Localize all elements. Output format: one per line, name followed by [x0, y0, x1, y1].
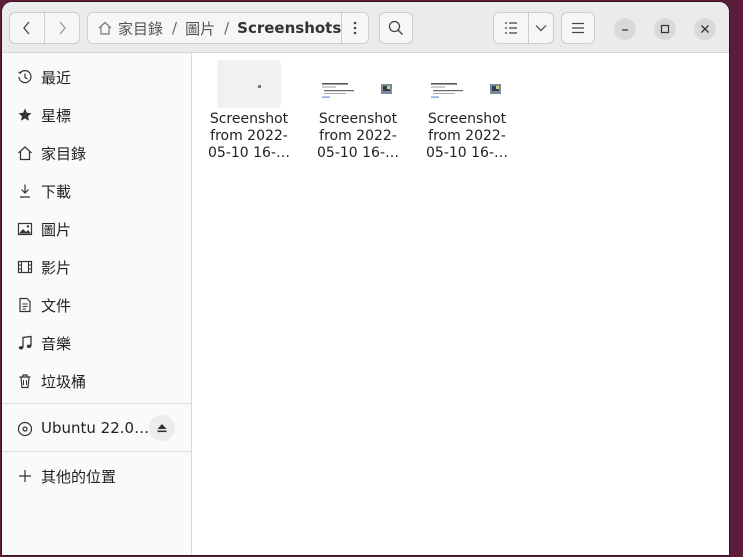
sidebar-item-recent[interactable]: 最近: [2, 59, 191, 93]
sidebar-item-drive[interactable]: Ubuntu 22.0…: [2, 411, 191, 445]
minimize-icon: [622, 29, 628, 31]
file-name-line: 05-10 16-…: [426, 145, 508, 161]
path-bar: 家目錄 / 圖片 / Screenshots: [87, 12, 369, 44]
file-view: Screenshot from 2022- 05-10 16-… Screens…: [192, 53, 729, 555]
sidebar-item-other-locations[interactable]: 其他的位置: [2, 458, 191, 492]
sidebar-separator: [2, 403, 191, 404]
breadcrumb-home[interactable]: 家目錄 /: [88, 18, 185, 39]
file-name-line: 05-10 16-…: [317, 145, 399, 161]
sidebar-item-label: 其他的位置: [41, 468, 117, 486]
sidebar-item-starred[interactable]: 星標: [2, 97, 191, 131]
list-view-icon: [505, 22, 517, 34]
chevron-right-icon: [59, 21, 66, 35]
close-button[interactable]: [694, 18, 716, 40]
sidebar-item-music[interactable]: 音樂: [2, 325, 191, 359]
main-menu-button[interactable]: [561, 12, 595, 44]
file-name-line: Screenshot: [318, 111, 398, 127]
sidebar-separator: [2, 451, 191, 452]
path-menu-button[interactable]: [341, 13, 368, 43]
view-options-dropdown[interactable]: [529, 13, 553, 43]
document-icon: [16, 296, 34, 314]
plus-icon: [16, 467, 34, 485]
file-name-line: Screenshot: [427, 111, 507, 127]
chevron-left-icon: [23, 21, 30, 35]
list-view-button[interactable]: [494, 13, 529, 43]
film-icon: [16, 258, 34, 276]
breadcrumb-separator: /: [224, 19, 230, 37]
file-name-line: from 2022-: [428, 128, 506, 144]
sidebar-item-downloads[interactable]: 下載: [2, 173, 191, 207]
file-name-line: Screenshot: [209, 111, 289, 127]
view-toggle-group: [493, 12, 554, 44]
image-icon: [16, 220, 34, 238]
file-item[interactable]: Screenshot from 2022- 05-10 16-…: [308, 59, 408, 162]
download-icon: [16, 182, 34, 200]
breadcrumb-pictures[interactable]: 圖片 /: [185, 18, 237, 39]
sidebar-item-label: 音樂: [41, 335, 72, 353]
maximize-icon: [660, 24, 670, 34]
sidebar-item-label: 文件: [41, 297, 72, 315]
file-item[interactable]: Screenshot from 2022- 05-10 16-…: [199, 59, 299, 162]
file-name-line: from 2022-: [319, 128, 397, 144]
sidebar: 最近 星標 家目錄 下載 圖片 影片 文件 音樂 垃圾桶 Ubuntu 22.0…: [2, 53, 192, 555]
close-icon: [701, 25, 709, 33]
file-name-line: from 2022-: [210, 128, 288, 144]
headerbar: 家目錄 / 圖片 / Screenshots: [2, 2, 729, 53]
eject-button[interactable]: [149, 415, 175, 441]
sidebar-item-videos[interactable]: 影片: [2, 249, 191, 283]
maximize-button[interactable]: [654, 18, 676, 40]
sidebar-item-label: 家目錄: [41, 145, 87, 163]
breadcrumb-label: 家目錄: [118, 19, 164, 38]
nav-button-group: [9, 12, 80, 44]
sidebar-item-home[interactable]: 家目錄: [2, 135, 191, 169]
sidebar-item-label: 下載: [41, 183, 72, 201]
breadcrumb-label: 圖片: [185, 19, 216, 38]
file-thumbnail: [217, 60, 281, 108]
clock-icon: [16, 68, 34, 86]
sidebar-item-label: 最近: [41, 69, 72, 87]
chevron-down-icon: [535, 25, 547, 32]
forward-button[interactable]: [44, 13, 79, 43]
breadcrumb-separator: /: [172, 19, 178, 37]
trash-icon: [16, 372, 34, 390]
sidebar-item-label: Ubuntu 22.0…: [41, 419, 150, 437]
minimize-button[interactable]: [614, 18, 636, 40]
breadcrumb-screenshots[interactable]: Screenshots: [237, 19, 341, 37]
back-button[interactable]: [10, 13, 44, 43]
eject-icon: [157, 424, 167, 433]
home-icon: [16, 144, 34, 162]
file-name-line: 05-10 16-…: [208, 145, 290, 161]
sidebar-item-documents[interactable]: 文件: [2, 287, 191, 321]
sidebar-item-label: 影片: [41, 259, 72, 277]
search-icon: [388, 20, 403, 35]
disc-icon: [16, 420, 34, 438]
search-button[interactable]: [379, 12, 413, 44]
breadcrumb-label: Screenshots: [237, 19, 342, 37]
file-thumbnail: [321, 82, 395, 100]
music-icon: [16, 334, 34, 352]
star-icon: [16, 106, 34, 124]
sidebar-item-pictures[interactable]: 圖片: [2, 211, 191, 245]
sidebar-item-label: 垃圾桶: [41, 373, 87, 391]
sidebar-item-trash[interactable]: 垃圾桶: [2, 363, 191, 397]
file-manager-window: 家目錄 / 圖片 / Screenshots 最近 星標 家目錄 下載 圖片 影…: [2, 2, 729, 555]
sidebar-item-label: 星標: [41, 107, 72, 125]
file-item[interactable]: Screenshot from 2022- 05-10 16-…: [417, 59, 517, 162]
sidebar-item-label: 圖片: [41, 221, 72, 239]
hamburger-icon: [572, 22, 584, 34]
vertical-dots-icon: [353, 21, 357, 35]
home-icon: [98, 21, 112, 35]
file-thumbnail: [430, 82, 504, 100]
